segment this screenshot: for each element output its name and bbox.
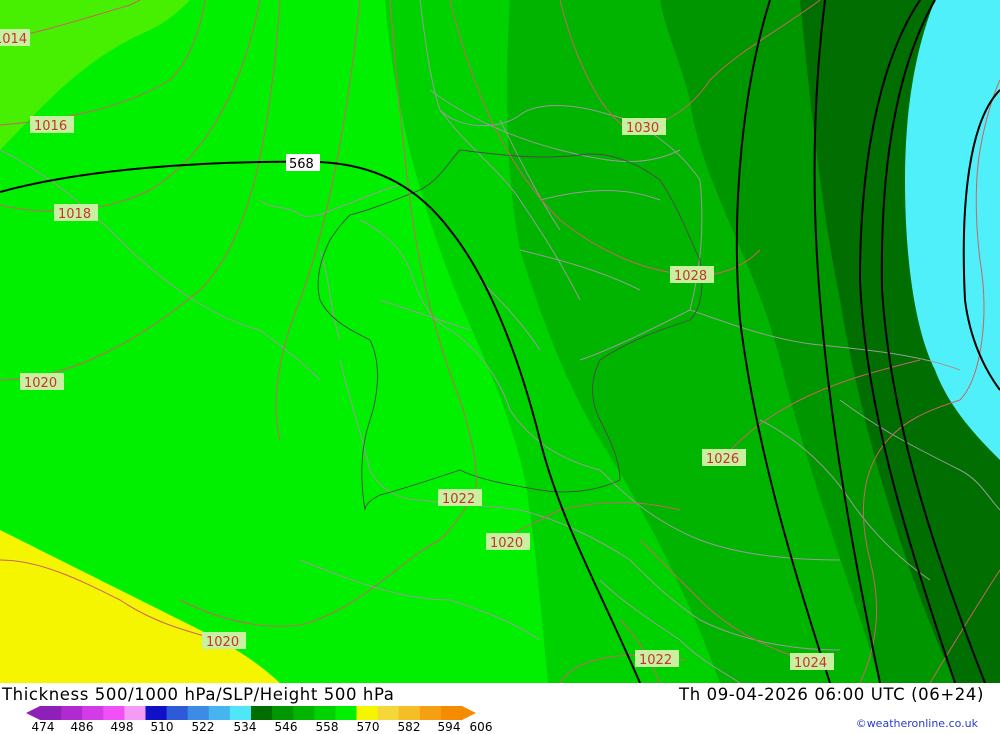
svg-text:1014: 1014 bbox=[0, 32, 27, 47]
svg-text:1018: 1018 bbox=[58, 207, 91, 222]
legend-arrow-right bbox=[462, 706, 476, 720]
legend-swatch bbox=[419, 706, 442, 720]
isobar-label: 1028 bbox=[670, 266, 714, 284]
legend-tick: 522 bbox=[191, 720, 215, 734]
isobar-label: 1022 bbox=[635, 650, 679, 668]
legend-swatch bbox=[272, 706, 294, 720]
svg-text:1020: 1020 bbox=[490, 536, 523, 551]
legend-swatch bbox=[314, 706, 336, 720]
legend-tick: 498 bbox=[110, 720, 134, 734]
legend-tick: 510 bbox=[150, 720, 174, 734]
legend-swatch bbox=[293, 706, 315, 720]
legend-swatch bbox=[377, 706, 400, 720]
legend-swatch bbox=[251, 706, 273, 720]
svg-text:568: 568 bbox=[289, 157, 314, 172]
credit-link[interactable]: ©weatheronline.co.uk bbox=[856, 717, 978, 730]
legend-arrow-left bbox=[26, 706, 40, 720]
legend-tick: 534 bbox=[233, 720, 257, 734]
legend-swatch bbox=[103, 706, 125, 720]
svg-text:1028: 1028 bbox=[674, 269, 707, 284]
isobar-label: 1024 bbox=[790, 653, 834, 671]
legend-tick: 570 bbox=[356, 720, 380, 734]
legend-swatch bbox=[124, 706, 146, 720]
isobar-label: 1020 bbox=[486, 533, 530, 551]
legend-swatch bbox=[187, 706, 210, 720]
isobar-label: 1026 bbox=[702, 449, 746, 467]
legend-ticks: 474 486 498 510 522 534 546 558 570 582 … bbox=[0, 720, 520, 734]
legend-swatch bbox=[145, 706, 168, 720]
color-legend bbox=[26, 706, 476, 720]
isobar-label: 1020 bbox=[20, 373, 64, 391]
svg-text:1026: 1026 bbox=[706, 452, 739, 467]
svg-text:1030: 1030 bbox=[626, 121, 659, 136]
legend-swatch bbox=[356, 706, 379, 720]
legend-swatch bbox=[208, 706, 231, 720]
svg-text:1022: 1022 bbox=[442, 492, 475, 507]
legend-tick: 606 bbox=[469, 720, 493, 734]
weather-map: 1014 1016 1018 1020 1020 1022 1020 1022 bbox=[0, 0, 1000, 683]
legend-swatch bbox=[398, 706, 421, 720]
legend-swatches bbox=[40, 706, 463, 720]
isobar-label: 1018 bbox=[54, 204, 98, 222]
legend-tick: 558 bbox=[315, 720, 339, 734]
svg-text:1020: 1020 bbox=[24, 376, 57, 391]
svg-text:1022: 1022 bbox=[639, 653, 672, 668]
isobar-label: 1014 bbox=[0, 29, 30, 47]
height-label: 568 bbox=[286, 154, 320, 172]
legend-swatch bbox=[335, 706, 357, 720]
legend-swatch bbox=[40, 706, 62, 720]
map-title: Thickness 500/1000 hPa/SLP/Height 500 hP… bbox=[2, 685, 395, 704]
svg-text:1020: 1020 bbox=[206, 635, 239, 650]
valid-time: Th 09-04-2026 06:00 UTC (06+24) bbox=[679, 685, 984, 704]
legend-swatch bbox=[82, 706, 104, 720]
svg-text:1016: 1016 bbox=[34, 119, 67, 134]
isobar-label: 1030 bbox=[622, 118, 666, 136]
legend-swatch bbox=[229, 706, 252, 720]
isobar-label: 1016 bbox=[30, 116, 74, 134]
legend-tick: 594 bbox=[437, 720, 461, 734]
legend-tick: 546 bbox=[274, 720, 298, 734]
legend-swatch bbox=[166, 706, 189, 720]
legend-swatch bbox=[440, 706, 463, 720]
legend-swatch bbox=[61, 706, 83, 720]
legend-tick: 474 bbox=[31, 720, 55, 734]
isobar-label: 1020 bbox=[202, 632, 246, 650]
legend-tick: 486 bbox=[70, 720, 94, 734]
isobar-label: 1022 bbox=[438, 489, 482, 507]
legend-tick: 582 bbox=[397, 720, 421, 734]
svg-text:1024: 1024 bbox=[794, 656, 827, 671]
